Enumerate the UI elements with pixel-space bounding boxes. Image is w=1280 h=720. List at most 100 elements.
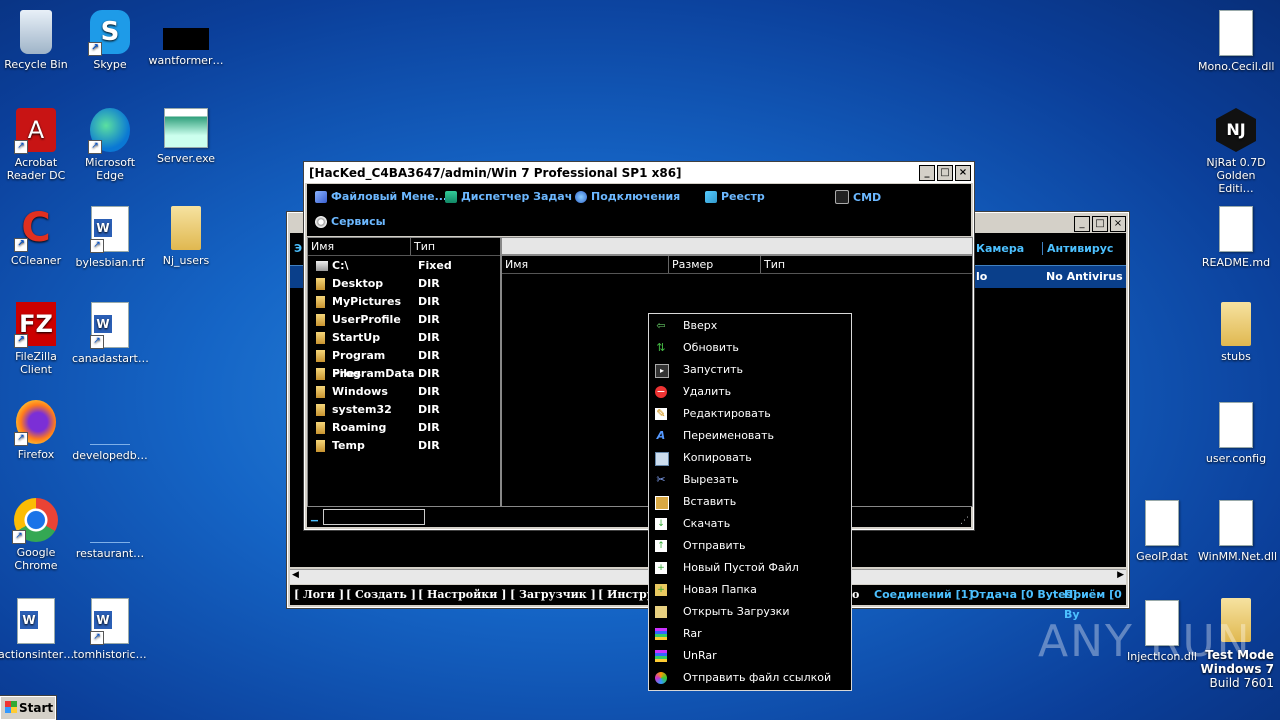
folder-icon	[316, 332, 325, 344]
maximize-icon[interactable]: □	[1092, 216, 1108, 232]
desktop-icon-restaurant[interactable]: restaurant…	[72, 496, 148, 560]
menu-item-edit[interactable]: ✎ Редактировать	[649, 403, 851, 425]
toolbar-task-manager[interactable]: Диспетчер Задач	[445, 190, 572, 203]
desktop-icon-wantformer[interactable]: wantformer…	[148, 8, 224, 67]
file-manager-icon	[315, 190, 327, 203]
desktop-icon-readme[interactable]: README.md	[1198, 204, 1274, 269]
desktop-icon-developedb[interactable]: developedb…	[72, 398, 148, 462]
desktop-icon-filezilla[interactable]: FZ ↗ FileZilla Client	[0, 300, 74, 376]
start-label: Start	[19, 701, 54, 715]
desktop-icon-recycle-bin[interactable]: Recycle Bin	[0, 8, 74, 71]
desktop-icon-server-exe[interactable]: Server.exe	[148, 106, 224, 165]
menu-item-open-downloads[interactable]: Открыть Загрузки	[649, 601, 851, 623]
desktop-icon-label: Acrobat Reader DC	[6, 156, 66, 182]
menu-item-new-file[interactable]: + Новый Пустой Файл	[649, 557, 851, 579]
dir-name: StartUp	[332, 331, 381, 344]
path-input[interactable]	[323, 509, 425, 525]
minimize-icon[interactable]: _	[919, 165, 935, 181]
loader-button[interactable]: [ Загрузчик ]	[510, 585, 596, 605]
close-icon[interactable]: ×	[955, 165, 971, 181]
menu-item-new-folder[interactable]: + Новая Папка	[649, 579, 851, 601]
rename-icon: A	[656, 429, 666, 442]
folder-icon	[316, 278, 325, 290]
menu-item-delete[interactable]: − Удалить	[649, 381, 851, 403]
desktop-icon-firefox[interactable]: ↗ Firefox	[0, 398, 74, 461]
toolbar-services[interactable]: Сервисы	[315, 215, 386, 228]
scroll-left-icon[interactable]: ◀	[292, 570, 299, 580]
desktop-icon-ccleaner[interactable]: C ↗ CCleaner	[0, 204, 74, 267]
desktop-icon-stubs[interactable]: stubs	[1198, 300, 1274, 363]
menu-item-label: Отправить	[683, 539, 746, 552]
column-header-name[interactable]: Имя	[502, 256, 528, 273]
desktop-icon-bylesbian[interactable]: W ↗ bylesbian.rtf	[72, 204, 148, 269]
menu-item-up[interactable]: ⇦ Вверх	[649, 315, 851, 337]
maximize-icon[interactable]: □	[937, 165, 953, 181]
skype-icon: S ↗	[88, 10, 130, 56]
column-header-size[interactable]: Размер	[668, 256, 713, 273]
delete-icon: −	[655, 385, 667, 398]
column-header[interactable]: Антивирус	[1042, 242, 1113, 255]
dir-type: DIR	[418, 313, 440, 326]
logs-button[interactable]: [ Логи ]	[294, 585, 344, 605]
desktop-icon-label: stubs	[1221, 350, 1251, 363]
desktop-icon-edge[interactable]: ↗ Microsoft Edge	[72, 106, 148, 182]
column-header-type[interactable]: Тип	[410, 238, 435, 255]
dir-name: MyPictures	[332, 295, 401, 308]
menu-item-unrar[interactable]: UnRar	[649, 645, 851, 667]
desktop-icon-user-config[interactable]: user.config	[1198, 400, 1274, 465]
toolbar-cmd[interactable]: CMD	[835, 190, 881, 204]
file-manager-window[interactable]: [HacKed_C4BA3647/admin/Win 7 Professiona…	[303, 161, 975, 531]
settings-button[interactable]: [ Настройки ]	[418, 585, 506, 605]
desktop-icon-tomhistoric[interactable]: W ↗ tomhistoric…	[72, 596, 148, 661]
create-button[interactable]: [ Создать ]	[346, 585, 416, 605]
desktop-icon-nj-users[interactable]: Nj_users	[148, 204, 224, 267]
toolbar-connections[interactable]: Подключения	[575, 190, 680, 203]
window-titlebar[interactable]: [HacKed_C4BA3647/admin/Win 7 Professiona…	[305, 163, 973, 183]
test-mode-line: Windows 7	[1200, 662, 1274, 676]
toolbar-registry[interactable]: Реестр	[705, 190, 765, 203]
menu-item-label: Новая Папка	[683, 583, 757, 596]
tools-button[interactable]: [ Инстру	[598, 585, 654, 605]
desktop-icon-actionsinter[interactable]: W actionsinter…	[0, 596, 74, 661]
scroll-right-icon[interactable]: ▶	[1117, 570, 1124, 580]
desktop-icon-label: FileZilla Client	[15, 350, 57, 376]
dir-type: DIR	[418, 439, 440, 452]
minimize-icon[interactable]: _	[1074, 216, 1090, 232]
directory-pane[interactable]: Имя Тип C:\ Fixed Desktop DIR MyPictures DI…	[307, 237, 501, 507]
column-header[interactable]: Э	[294, 242, 302, 255]
menu-item-download[interactable]: ↓ Скачать	[649, 513, 851, 535]
desktop-icon-acrobat[interactable]: A ↗ Acrobat Reader DC	[0, 106, 74, 182]
desktop-icon-geoip[interactable]: GeoIP.dat	[1124, 498, 1200, 563]
menu-item-paste[interactable]: Вставить	[649, 491, 851, 513]
desktop-icon-skype[interactable]: S ↗ Skype	[72, 8, 148, 71]
dir-type: Fixed	[418, 259, 452, 272]
desktop-icon-label: Nj_users	[162, 254, 210, 267]
resize-grip-icon[interactable]: ⋰	[960, 516, 969, 526]
menu-item-copy[interactable]: Копировать	[649, 447, 851, 469]
desktop-icon-chrome[interactable]: ↗ Google Chrome	[0, 496, 74, 572]
column-header-name[interactable]: Имя	[308, 238, 334, 255]
test-mode-text: Test Mode Windows 7 Build 7601	[1201, 648, 1274, 690]
menu-item-rename[interactable]: A Переименовать	[649, 425, 851, 447]
up-arrow-icon: ⇦	[656, 319, 666, 332]
menu-item-cut[interactable]: ✂ Вырезать	[649, 469, 851, 491]
column-header-type[interactable]: Тип	[760, 256, 785, 273]
doc-icon	[1219, 206, 1253, 252]
toolbar-file-manager[interactable]: Файловый Мене...	[315, 190, 447, 203]
desktop-icon-canadastart[interactable]: W ↗ canadastart…	[72, 300, 149, 365]
menu-item-send-link[interactable]: Отправить файл ссылкой	[649, 667, 851, 689]
menu-item-run[interactable]: ▸ Запустить	[649, 359, 851, 381]
desktop-icon-mono-cecil[interactable]: Mono.Cecil.dll	[1198, 8, 1274, 73]
desktop-icon-njrat[interactable]: NJ NjRat 0.7D Golden Editi…	[1198, 106, 1274, 195]
close-icon[interactable]: ×	[1110, 216, 1126, 232]
column-header[interactable]: Камера	[976, 242, 1024, 255]
start-button[interactable]: Start	[0, 695, 57, 720]
menu-item-label: Открыть Загрузки	[683, 605, 790, 618]
desktop-icon-winmm[interactable]: WinMM.Net.dll	[1198, 498, 1277, 563]
menu-item-upload[interactable]: ↑ Отправить	[649, 535, 851, 557]
folder-icon	[316, 368, 325, 380]
menu-item-refresh[interactable]: ⇅ Обновить	[649, 337, 851, 359]
menu-item-rar[interactable]: Rar	[649, 623, 851, 645]
dir-name: C:\	[332, 259, 349, 272]
path-bar[interactable]	[501, 237, 973, 255]
